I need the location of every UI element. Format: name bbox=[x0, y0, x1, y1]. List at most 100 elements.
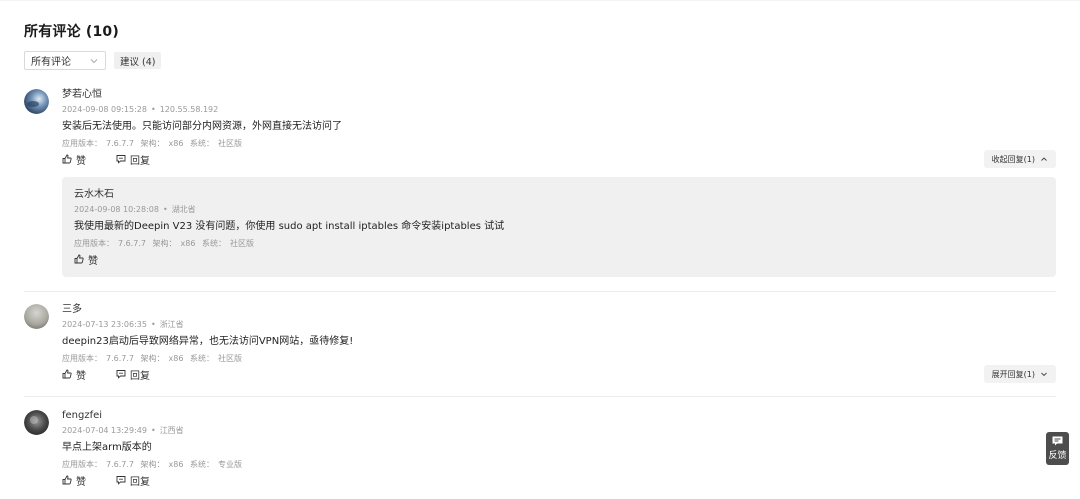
comment-body: 三多 2024-07-13 23:06:35 • 浙江省 deepin23启动后导致… bbox=[62, 304, 1056, 382]
app-version-value: 7.6.7.7 bbox=[106, 139, 134, 148]
system-value: 社区版 bbox=[230, 239, 255, 248]
reply-item: 云水木石 2024-09-08 10:28:08 • 湖北省 我使用最新的Deepi… bbox=[62, 177, 1056, 277]
expand-replies-button[interactable]: 展开回复(1) bbox=[983, 365, 1056, 383]
comment-actions: 赞 回复 bbox=[62, 367, 1056, 382]
comment-time: 2024-07-13 23:06:35 bbox=[62, 320, 147, 329]
app-version-label: 应用版本： bbox=[62, 460, 102, 469]
thumbs-up-icon bbox=[62, 475, 72, 485]
comment-location: 120.55.58.192 bbox=[159, 105, 219, 114]
comment-username[interactable]: fengzfei bbox=[62, 410, 1056, 422]
chat-bubble-icon bbox=[116, 476, 126, 485]
top-border bbox=[0, 0, 1080, 1]
arch-label: 架构： bbox=[140, 460, 165, 469]
reply-button[interactable]: 回复 bbox=[116, 367, 150, 382]
chevron-up-icon bbox=[1041, 157, 1047, 161]
app-version-value: 7.6.7.7 bbox=[118, 239, 146, 248]
like-label: 赞 bbox=[88, 255, 98, 267]
app-version-label: 应用版本： bbox=[62, 139, 102, 148]
comment-item: 梦若心恒 2024-09-08 09:15:28 • 120.55.58.192 安… bbox=[24, 89, 1056, 168]
reply-button[interactable]: 回复 bbox=[116, 152, 150, 167]
like-label: 赞 bbox=[76, 370, 86, 382]
arch-value: x86 bbox=[168, 139, 184, 148]
filter-bar: 所有评论 建议 (4) bbox=[24, 51, 162, 70]
expand-replies-label: 展开回复(1) bbox=[991, 369, 1035, 379]
comment-body: fengzfei 2024-07-04 13:29:49 • 江西省 早点上架arm… bbox=[62, 410, 1056, 488]
comment-filter-value: 所有评论 bbox=[31, 57, 71, 68]
comment-text: 早点上架arm版本的 bbox=[62, 442, 152, 453]
avatar[interactable] bbox=[24, 304, 49, 329]
feedback-button[interactable]: 反馈 bbox=[1046, 432, 1069, 465]
reply-label: 回复 bbox=[130, 155, 150, 167]
system-value: 社区版 bbox=[218, 354, 243, 363]
suggestion-filter-chip[interactable]: 建议 (4) bbox=[114, 52, 162, 69]
comment-item: 三多 2024-07-13 23:06:35 • 浙江省 deepin23启动后导致… bbox=[24, 304, 1056, 384]
app-version-value: 7.6.7.7 bbox=[106, 354, 134, 363]
comment-actions: 赞 回复 bbox=[62, 473, 1056, 488]
reply-label: 回复 bbox=[130, 370, 150, 382]
arch-label: 架构： bbox=[152, 239, 177, 248]
comment-item: fengzfei 2024-07-04 13:29:49 • 江西省 早点上架arm… bbox=[24, 410, 1056, 490]
comment-username[interactable]: 三多 bbox=[62, 304, 1056, 316]
arch-label: 架构： bbox=[140, 354, 165, 363]
system-label: 系统： bbox=[190, 354, 215, 363]
avatar[interactable] bbox=[24, 410, 49, 435]
app-version-value: 7.6.7.7 bbox=[106, 460, 134, 469]
comment-meta: 2024-09-08 09:15:28 • 120.55.58.192 bbox=[62, 105, 219, 114]
reply-location: 湖北省 bbox=[171, 205, 196, 214]
reply-app-info: 应用版本： 7.6.7.7 架构： x86 系统： 社区版 bbox=[74, 239, 1044, 249]
comment-app-info: 应用版本： 7.6.7.7 架构： x86 系统： 社区版 bbox=[62, 139, 1056, 149]
comment-time: 2024-09-08 09:15:28 bbox=[62, 105, 147, 114]
comment-meta: 2024-07-13 23:06:35 • 浙江省 bbox=[62, 320, 184, 329]
system-label: 系统： bbox=[190, 139, 215, 148]
reply-time: 2024-09-08 10:28:08 bbox=[74, 205, 159, 214]
chevron-down-icon bbox=[90, 58, 98, 63]
arch-value: x86 bbox=[180, 239, 196, 248]
comment-filter-select[interactable]: 所有评论 bbox=[24, 51, 106, 70]
system-label: 系统： bbox=[202, 239, 227, 248]
like-button[interactable]: 赞 bbox=[62, 473, 86, 488]
chat-bubble-icon bbox=[116, 370, 126, 379]
reply-text: 我使用最新的Deepin V23 没有问题，你使用 sudo apt insta… bbox=[74, 221, 505, 232]
like-label: 赞 bbox=[76, 476, 86, 488]
avatar[interactable] bbox=[24, 89, 49, 114]
page-title: 所有评论 (10) bbox=[24, 24, 119, 40]
message-icon bbox=[1052, 436, 1063, 446]
comment-divider bbox=[24, 396, 1056, 397]
reply-button[interactable]: 回复 bbox=[116, 473, 150, 488]
chevron-down-icon bbox=[1041, 372, 1047, 377]
thumbs-up-icon bbox=[74, 254, 84, 264]
chat-bubble-icon bbox=[116, 155, 126, 164]
comment-text: deepin23启动后导致网络异常，也无法访问VPN网站，亟待修复! bbox=[62, 336, 354, 347]
app-version-label: 应用版本： bbox=[62, 354, 102, 363]
feedback-label: 反馈 bbox=[1048, 451, 1067, 461]
system-label: 系统： bbox=[190, 460, 215, 469]
comment-username[interactable]: 梦若心恒 bbox=[62, 89, 1056, 101]
arch-value: x86 bbox=[168, 354, 184, 363]
collapse-replies-button[interactable]: 收起回复(1) bbox=[983, 150, 1056, 168]
comment-app-info: 应用版本： 7.6.7.7 架构： x86 系统： 专业版 bbox=[62, 460, 1056, 470]
comment-app-info: 应用版本： 7.6.7.7 架构： x86 系统： 社区版 bbox=[62, 354, 1056, 364]
app-version-label: 应用版本： bbox=[74, 239, 114, 248]
comment-location: 江西省 bbox=[159, 426, 184, 435]
reply-meta: 2024-09-08 10:28:08 • 湖北省 bbox=[74, 205, 196, 214]
system-value: 专业版 bbox=[218, 460, 243, 469]
arch-value: x86 bbox=[168, 460, 184, 469]
system-value: 社区版 bbox=[218, 139, 243, 148]
thumbs-up-icon bbox=[62, 154, 72, 164]
like-button[interactable]: 赞 bbox=[62, 152, 86, 167]
comment-meta: 2024-07-04 13:29:49 • 江西省 bbox=[62, 426, 184, 435]
comment-body: 梦若心恒 2024-09-08 09:15:28 • 120.55.58.192 安… bbox=[62, 89, 1056, 167]
reply-actions: 赞 bbox=[74, 252, 1044, 267]
comment-divider bbox=[24, 291, 1056, 292]
like-button[interactable]: 赞 bbox=[74, 252, 98, 267]
reply-label: 回复 bbox=[130, 476, 150, 488]
arch-label: 架构： bbox=[140, 139, 165, 148]
like-button[interactable]: 赞 bbox=[62, 367, 86, 382]
comment-actions: 赞 回复 bbox=[62, 152, 1056, 167]
like-label: 赞 bbox=[76, 155, 86, 167]
thumbs-up-icon bbox=[62, 369, 72, 379]
comment-time: 2024-07-04 13:29:49 bbox=[62, 426, 147, 435]
comment-text: 安装后无法使用。只能访问部分内网资源，外网直接无法访问了 bbox=[62, 121, 342, 132]
reply-username[interactable]: 云水木石 bbox=[74, 189, 1044, 201]
comment-location: 浙江省 bbox=[159, 320, 184, 329]
